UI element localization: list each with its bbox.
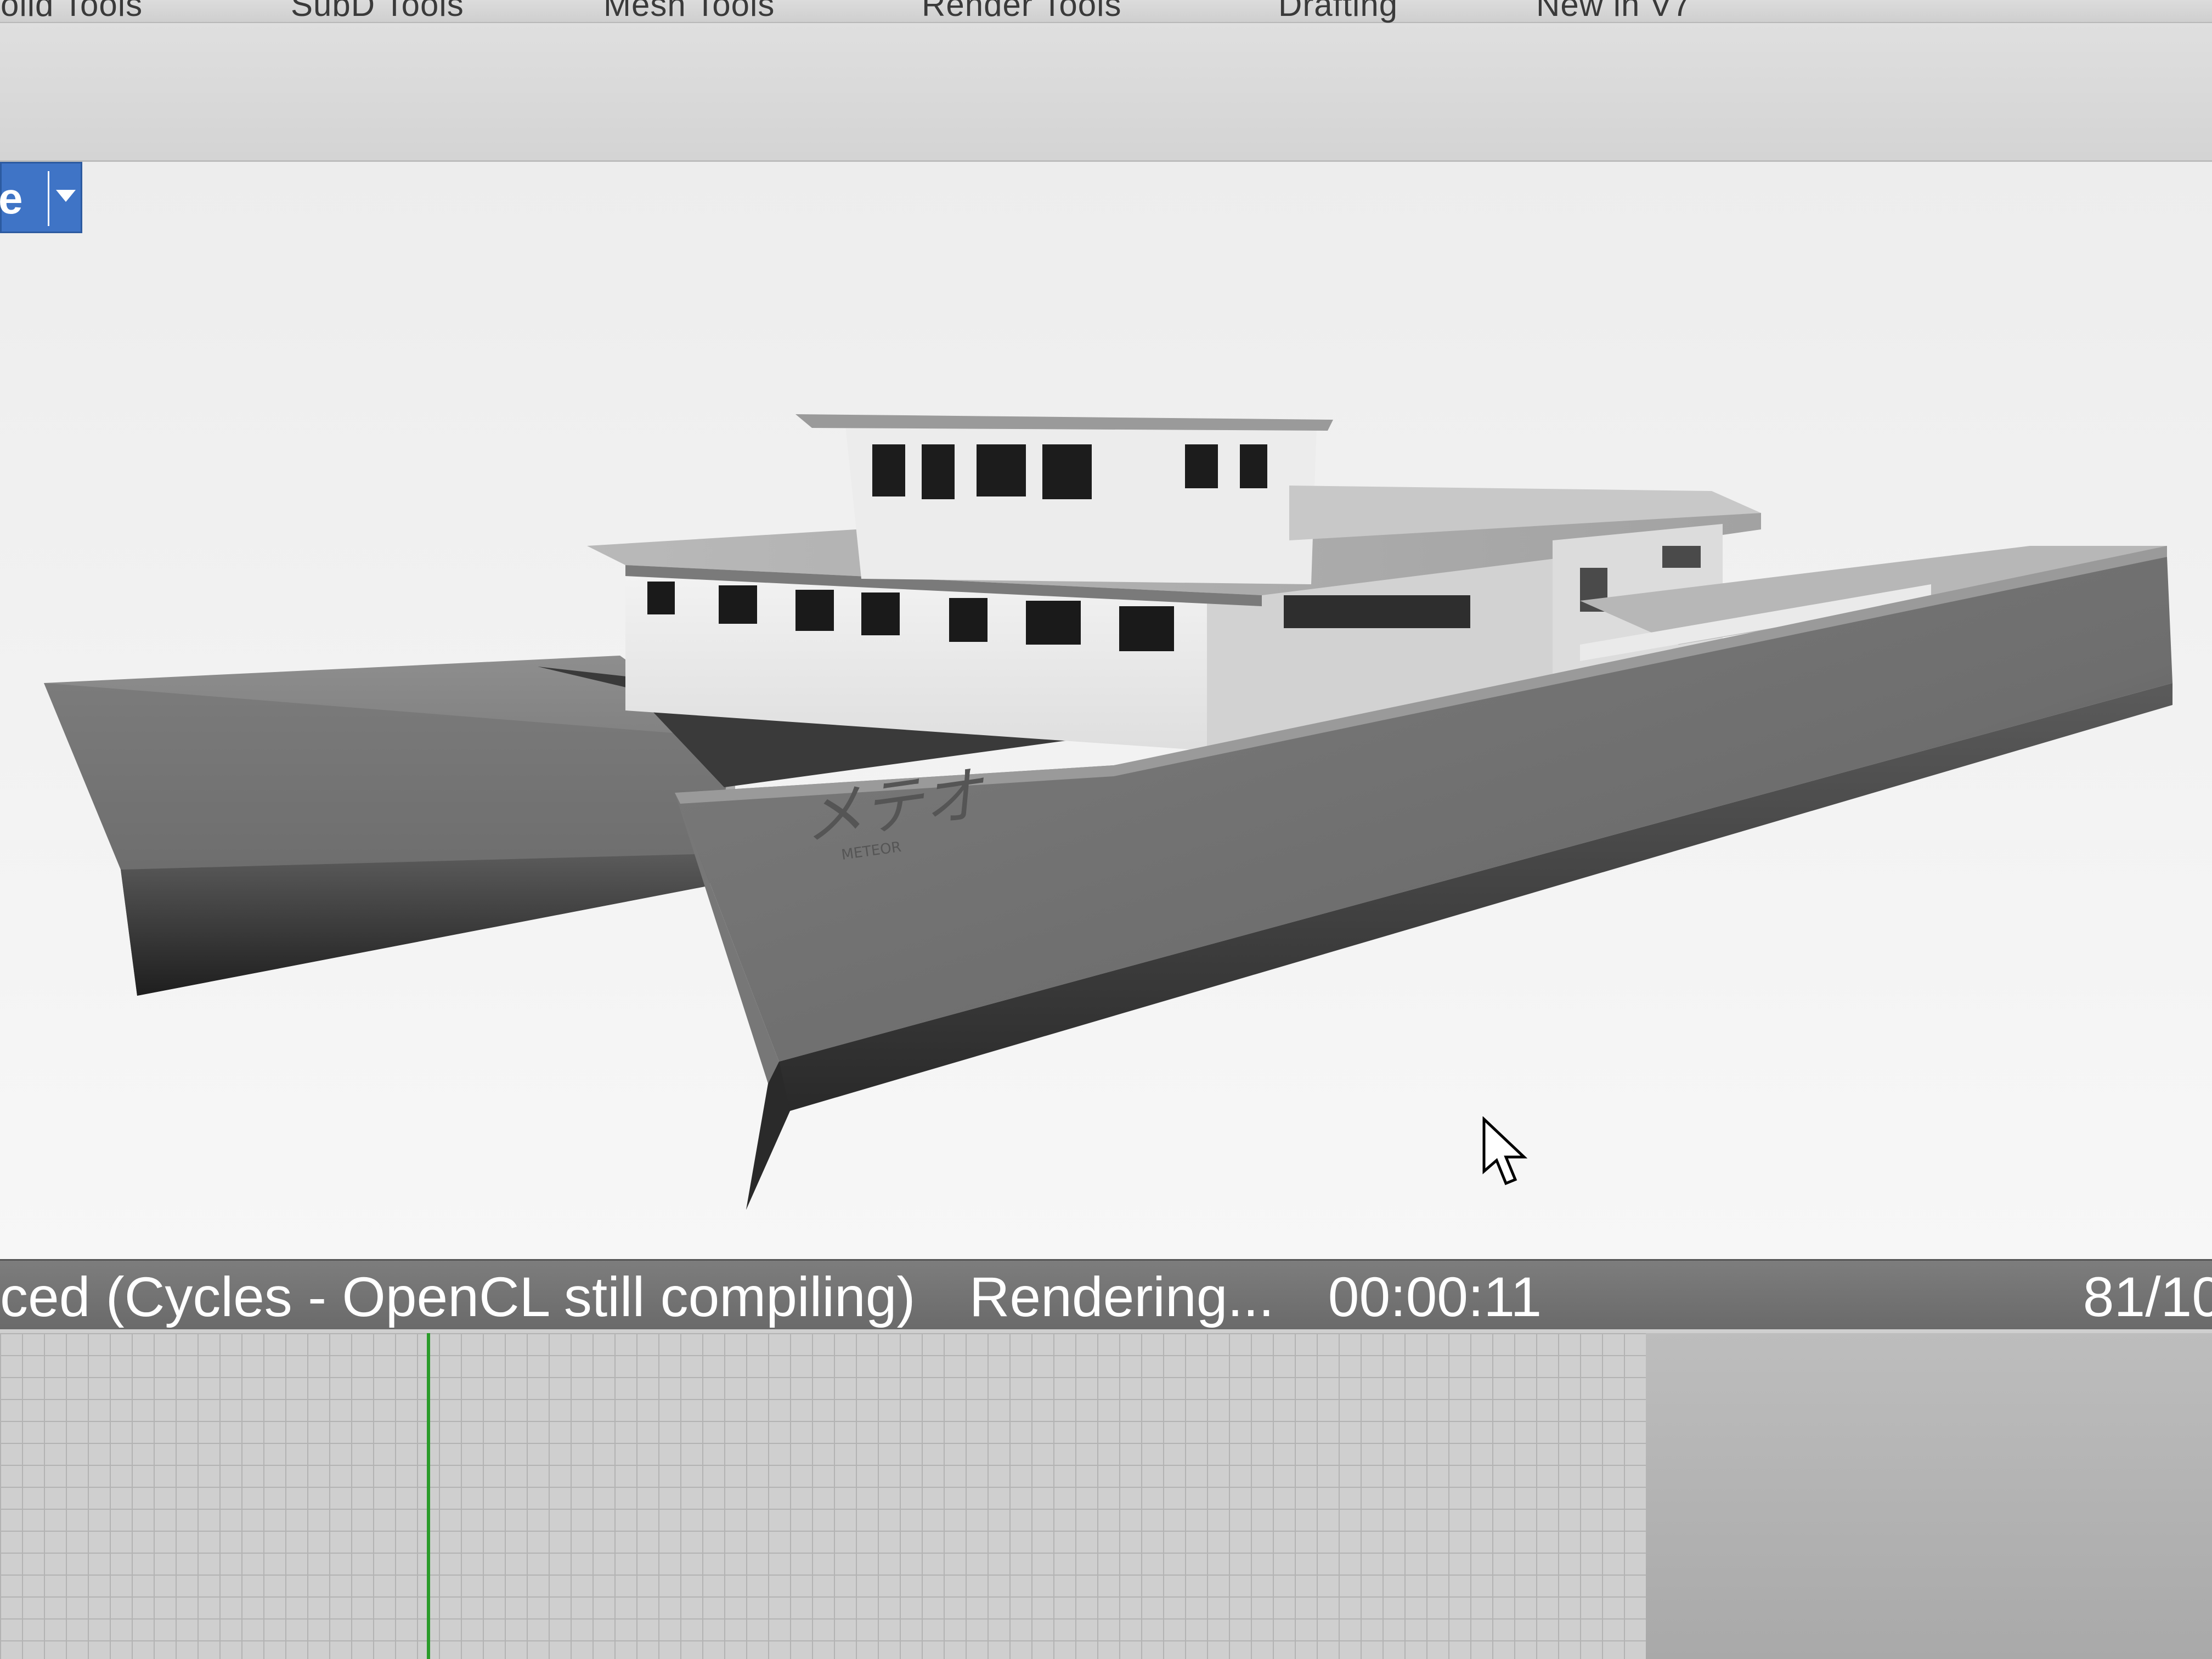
toolbar-tab-strip: Solid Tools SubD Tools Mesh Tools Render… xyxy=(0,0,2212,23)
mouse-cursor-icon xyxy=(1482,1116,1528,1186)
render-status-bar: ced (Cycles - OpenCL still compiling) Re… xyxy=(0,1259,2212,1335)
tab-drafting[interactable]: Drafting xyxy=(1278,0,1398,24)
tab-render-tools[interactable]: Render Tools xyxy=(922,0,1121,24)
display-mode-label: e xyxy=(0,174,23,223)
tab-new-in-v7[interactable]: New in V7 xyxy=(1536,0,1691,24)
render-mode-text: ced (Cycles - OpenCL still compiling) xyxy=(0,1266,916,1328)
tab-mesh-tools[interactable]: Mesh Tools xyxy=(603,0,775,24)
tab-solid-tools[interactable]: Solid Tools xyxy=(0,0,143,24)
tab-subd-tools[interactable]: SubD Tools xyxy=(291,0,464,24)
boat-render: メテオ METEOR xyxy=(44,414,2172,1210)
render-elapsed-time: 00:00:11 xyxy=(1328,1266,1542,1328)
render-pass-counter: 81/10 xyxy=(2083,1266,2212,1328)
rhino-window: Solid Tools SubD Tools Mesh Tools Render… xyxy=(0,0,2212,1659)
status-text-group: ced (Cycles - OpenCL still compiling) Re… xyxy=(0,1265,1580,1329)
timeline-side-panel xyxy=(1646,1333,2212,1659)
render-state-text: Rendering... xyxy=(969,1266,1274,1328)
timeline-playhead[interactable] xyxy=(427,1333,430,1659)
chevron-down-icon[interactable] xyxy=(48,171,80,226)
render-viewport[interactable]: メテオ METEOR e xyxy=(0,162,2212,1259)
viewport-display-mode-dropdown[interactable]: e xyxy=(0,162,82,233)
toolbar-panel xyxy=(0,23,2212,162)
